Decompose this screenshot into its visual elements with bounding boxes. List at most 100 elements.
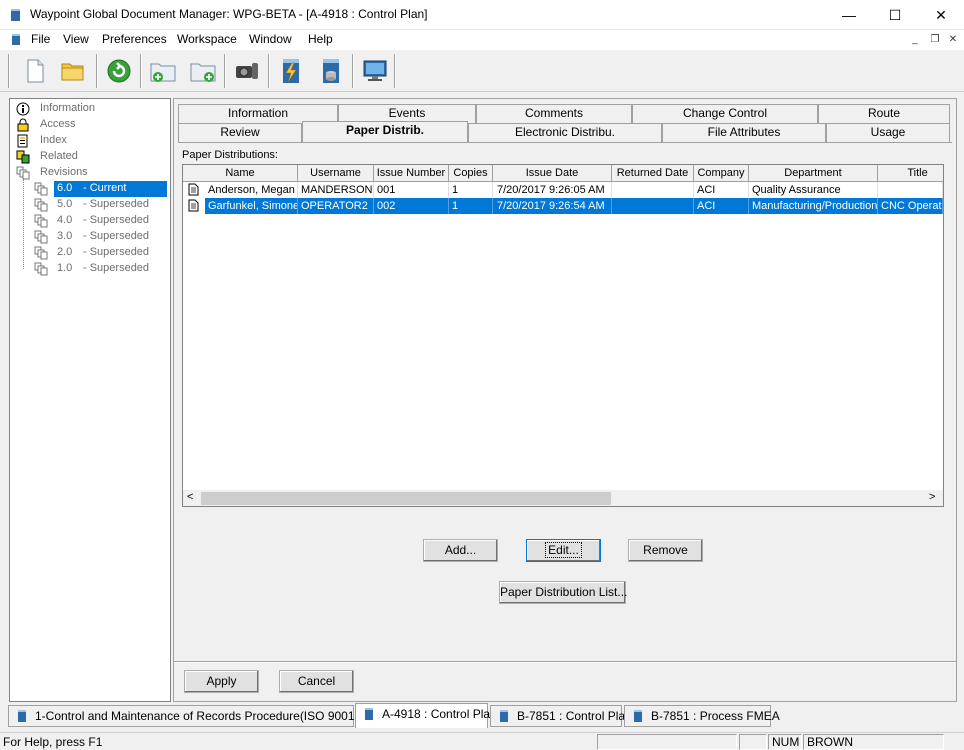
cell-company: ACI [694, 198, 749, 214]
doc-tab-b7851-process-fmea[interactable]: B-7851 : Process FMEA [624, 705, 780, 727]
cell-title: CNC Operato [878, 198, 943, 214]
status-bar: For Help, press F1 NUM BROWN [0, 732, 964, 750]
document-icon [500, 710, 508, 722]
add-folder-icon[interactable] [148, 56, 178, 86]
column-header-issue-date[interactable]: Issue Date [493, 165, 612, 182]
scrollbar-thumb[interactable] [201, 492, 611, 505]
tab-electronic-distribu[interactable]: Electronic Distribu. [468, 123, 662, 142]
tree-item-label: Related [40, 150, 78, 162]
revision-item[interactable]: 3.0 - Superseded [10, 229, 170, 245]
menu-view[interactable]: View [63, 32, 89, 46]
remove-button[interactable]: Remove [628, 539, 703, 562]
apply-button[interactable]: Apply [184, 670, 259, 693]
doc-tab-b7851-control-plan[interactable]: B-7851 : Control Plan [490, 705, 632, 727]
tab-route[interactable]: Route [818, 104, 950, 123]
menu-preferences[interactable]: Preferences [102, 32, 167, 46]
toolbar-separator [140, 54, 142, 88]
revision-status: - Current [83, 182, 127, 194]
tab-paper-distrib[interactable]: Paper Distrib. [302, 121, 468, 142]
column-header-company[interactable]: Company [694, 165, 749, 182]
tree-item-information[interactable]: Information [10, 101, 170, 117]
revision-item[interactable]: 4.0 - Superseded [10, 213, 170, 229]
revision-item[interactable]: 2.0 - Superseded [10, 245, 170, 261]
tab-review[interactable]: Review [178, 123, 302, 142]
maximize-button[interactable]: ☐ [872, 0, 918, 30]
document-tabs: 1-Control and Maintenance of Records Pro… [0, 703, 964, 731]
horizontal-scrollbar[interactable]: < > [183, 490, 943, 506]
doc-tab-records-procedure[interactable]: 1-Control and Maintenance of Records Pro… [8, 705, 389, 727]
column-header-name[interactable]: Name [183, 165, 298, 182]
toolbar-separator [8, 54, 10, 88]
doc-tab-label: B-7851 : Process FMEA [651, 709, 780, 723]
revision-page-icon [34, 246, 48, 260]
close-button[interactable]: ✕ [918, 0, 964, 30]
open-folder-icon[interactable] [58, 56, 88, 86]
revision-status: - Superseded [83, 214, 150, 226]
paper-distribution-grid[interactable]: Name Username Issue Number Copies Issue … [182, 164, 944, 507]
status-num: NUM [768, 734, 802, 750]
revision-page-icon [34, 182, 48, 196]
tree-item-related[interactable]: Related [10, 149, 170, 165]
menu-file[interactable]: File [31, 32, 50, 46]
toolbar-separator [268, 54, 270, 88]
footer-divider [174, 661, 956, 663]
revision-item[interactable]: 6.0 - Current [10, 181, 170, 197]
cell-returned-date [612, 198, 694, 214]
menu-workspace[interactable]: Workspace [177, 32, 237, 46]
revision-status: - Superseded [83, 230, 150, 242]
column-header-title[interactable]: Title [878, 165, 943, 182]
add-button-label: Add... [444, 543, 477, 557]
document-icon [634, 710, 642, 722]
column-header-issue-number[interactable]: Issue Number [374, 165, 449, 182]
cancel-button[interactable]: Cancel [279, 670, 354, 693]
toolbar-separator [352, 54, 354, 88]
tree-item-label: Index [40, 134, 67, 146]
tree-item-index[interactable]: Index [10, 133, 170, 149]
doc-tab-label: A-4918 : Control Plan [382, 707, 497, 721]
scroll-right-icon[interactable]: > [929, 491, 935, 503]
document-row-icon [188, 199, 199, 212]
paper-distribution-list-button[interactable]: Paper Distribution List... [499, 581, 627, 604]
tree-item-access[interactable]: Access [10, 117, 170, 133]
tab-usage[interactable]: Usage [826, 123, 950, 142]
minimize-button[interactable]: — [826, 0, 872, 30]
revision-item[interactable]: 1.0 - Superseded [10, 261, 170, 277]
scroll-left-icon[interactable]: < [187, 491, 193, 503]
column-header-department[interactable]: Department [749, 165, 878, 182]
mdi-restore-button[interactable]: ❐ [928, 33, 942, 47]
database-doc-icon[interactable] [316, 56, 346, 86]
refresh-icon[interactable] [104, 56, 134, 86]
table-row[interactable]: Anderson, Megan MANDERSON 001 1 7/20/201… [183, 182, 943, 198]
column-header-returned-date[interactable]: Returned Date [612, 165, 694, 182]
section-label: Paper Distributions: [182, 149, 278, 161]
lightning-doc-icon[interactable] [276, 56, 306, 86]
add-button[interactable]: Add... [423, 539, 498, 562]
cell-copies: 1 [449, 182, 493, 198]
tree-item-label: Revisions [40, 166, 88, 178]
revision-version: 2.0 [57, 246, 73, 258]
mdi-minimize-button[interactable]: _ [908, 33, 922, 47]
menu-help[interactable]: Help [308, 32, 333, 46]
table-row-selected[interactable]: Garfunkel, Simone OPERATOR2 002 1 7/20/2… [183, 198, 943, 214]
edit-button[interactable]: Edit... [526, 539, 601, 562]
cell-name: Anderson, Megan [205, 182, 298, 198]
status-user: BROWN [803, 734, 944, 750]
revision-item[interactable]: 5.0 - Superseded [10, 197, 170, 213]
camera-icon[interactable] [232, 56, 262, 86]
status-help-text: For Help, press F1 [3, 735, 103, 749]
new-document-icon[interactable] [20, 56, 50, 86]
tab-comments[interactable]: Comments [476, 104, 632, 123]
tab-file-attributes[interactable]: File Attributes [662, 123, 826, 142]
index-icon [17, 134, 28, 148]
doc-tab-a4918-control-plan[interactable]: A-4918 : Control Plan [355, 703, 497, 728]
column-header-username[interactable]: Username [298, 165, 374, 182]
menu-window[interactable]: Window [249, 32, 292, 46]
tree-item-revisions[interactable]: Revisions [10, 165, 170, 181]
tab-change-control[interactable]: Change Control [632, 104, 818, 123]
tree-item-label: Access [40, 118, 76, 130]
add-folder-alt-icon[interactable] [188, 56, 218, 86]
toolbar [0, 50, 964, 92]
mdi-close-button[interactable]: ✕ [946, 33, 960, 47]
column-header-copies[interactable]: Copies [449, 165, 493, 182]
monitor-icon[interactable] [360, 56, 390, 86]
